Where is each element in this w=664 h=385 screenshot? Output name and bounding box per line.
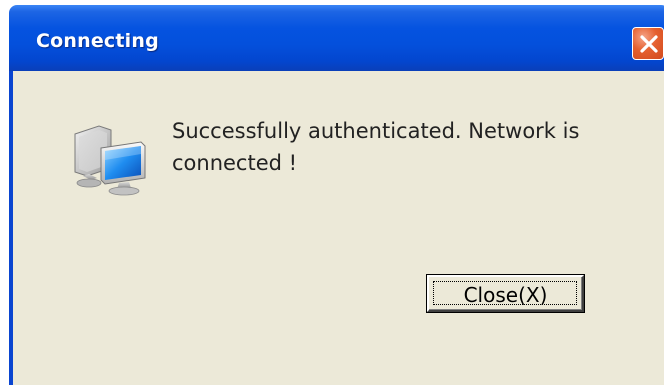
window-title: Connecting xyxy=(36,30,159,52)
title-close-button[interactable] xyxy=(632,27,664,60)
title-bar[interactable]: Connecting xyxy=(9,5,664,71)
close-button-label: Close(X) xyxy=(463,283,548,307)
close-button[interactable]: Close(X) xyxy=(426,274,585,313)
close-x-icon xyxy=(640,35,658,53)
network-computers-icon xyxy=(74,125,146,196)
status-message: Successfully authenticated. Network is c… xyxy=(172,119,580,175)
connecting-dialog: Connecting Successfully authenticated. N… xyxy=(0,0,664,385)
